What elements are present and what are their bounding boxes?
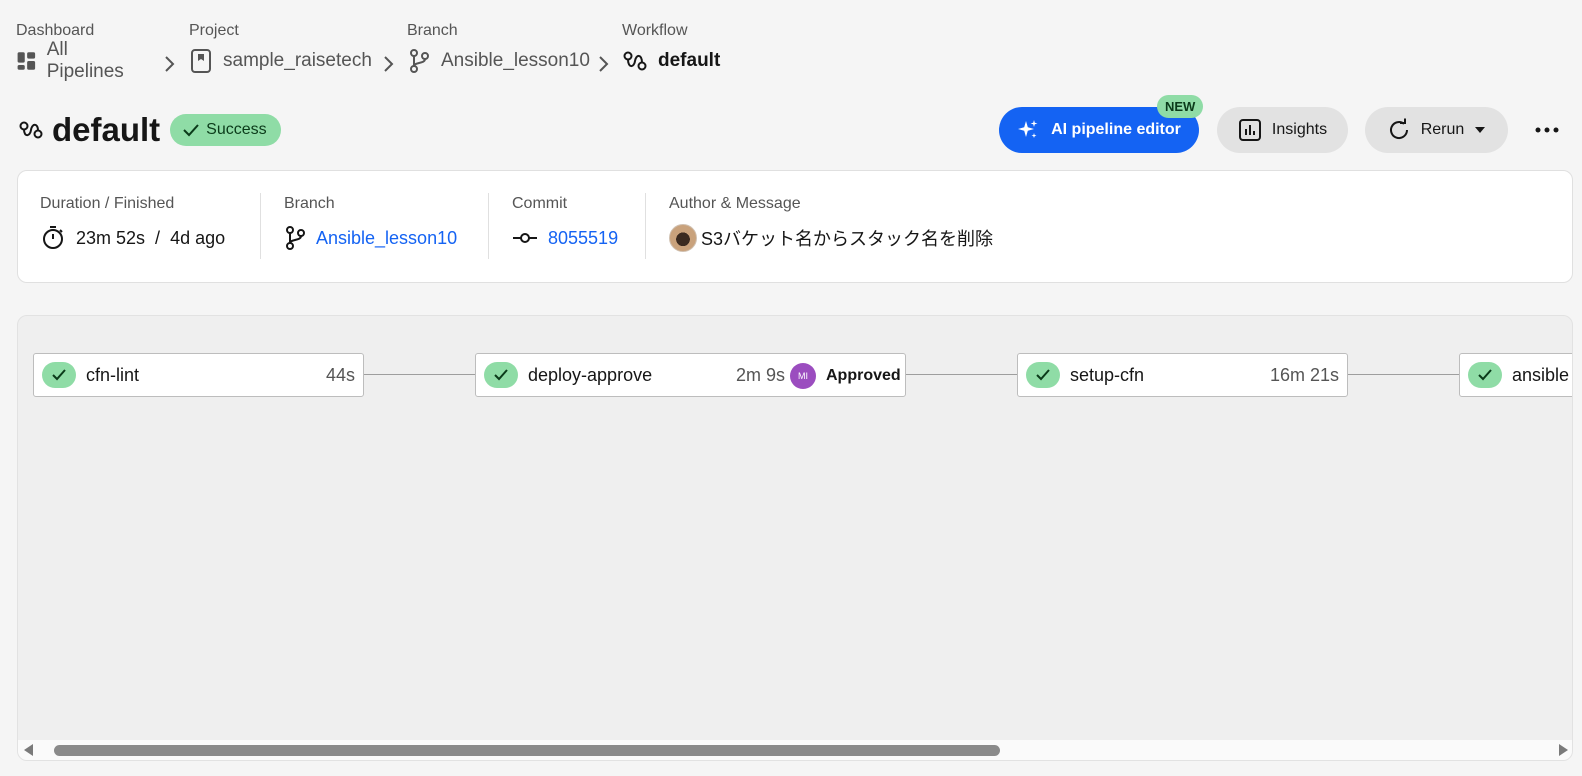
job-name: ansible <box>1512 364 1570 385</box>
horizontal-scrollbar[interactable] <box>18 740 1572 760</box>
commit-label: Commit <box>512 195 568 212</box>
insights-label: Insights <box>1271 121 1328 138</box>
job-card-ansible[interactable]: ansible <box>1459 353 1572 397</box>
branch-link[interactable]: Ansible_lesson10 <box>316 228 457 249</box>
chevron-right-icon <box>384 56 394 72</box>
job-card-deploy-approve[interactable]: deploy-approve 2m 9s MI Approved <box>475 353 906 397</box>
approver-avatar: MI <box>790 363 816 389</box>
scroll-right-arrow-icon[interactable] <box>1559 744 1568 756</box>
author-section: Author & Message S3バケット名からスタック名を削除 <box>669 193 994 252</box>
chevron-right-icon <box>599 56 609 72</box>
branch-label: Branch <box>284 195 335 212</box>
success-check-icon <box>484 362 518 388</box>
breadcrumb-workflow: Workflow default <box>622 20 720 76</box>
workflow-icon <box>18 117 44 143</box>
job-connector <box>1346 374 1459 375</box>
timer-icon <box>43 226 63 249</box>
breadcrumb-project-link[interactable]: sample_raisetech <box>223 50 372 72</box>
more-horizontal-icon <box>1535 127 1559 133</box>
breadcrumb-project-label: Project <box>189 22 239 39</box>
author-label: Author & Message <box>669 195 801 212</box>
job-connector <box>904 374 1017 375</box>
breadcrumb-project[interactable]: Project sample_raisetech <box>189 20 372 76</box>
more-options-button[interactable] <box>1527 115 1567 145</box>
workflow-icon <box>623 51 647 71</box>
success-check-icon <box>1468 362 1502 388</box>
new-badge: NEW <box>1157 95 1204 118</box>
rerun-label: Rerun <box>1420 121 1465 138</box>
page-header: default Success <box>18 107 281 153</box>
job-duration: 2m 9s <box>736 364 786 385</box>
status-badge-label: Success <box>206 121 267 138</box>
pipeline-graph: cfn-lint 44s deploy-approve 2m 9s MI App… <box>17 315 1573 761</box>
commit-icon <box>513 233 537 243</box>
job-name: cfn-lint <box>86 364 140 385</box>
header-actions: AI pipeline editor NEW Insights Rerun <box>982 95 1582 153</box>
commit-message: S3バケット名からスタック名を削除 <box>701 229 994 249</box>
check-icon <box>183 124 199 137</box>
breadcrumb-workflow-current: default <box>658 50 721 71</box>
pipeline-info-card: Duration / Finished 23m 52s / 4d ago Bra… <box>17 170 1573 283</box>
insights-button[interactable]: Insights <box>1217 107 1348 153</box>
dashboard-grid-icon <box>17 52 36 70</box>
divider <box>260 193 261 259</box>
job-name: setup-cfn <box>1070 364 1145 385</box>
rerun-button[interactable]: Rerun <box>1365 107 1508 153</box>
commit-section: Commit 8055519 <box>512 193 618 251</box>
breadcrumb-workflow-label: Workflow <box>622 22 688 39</box>
breadcrumb-dashboard-link[interactable]: All Pipelines <box>47 39 129 83</box>
ai-pipeline-editor-label: AI pipeline editor <box>1051 121 1181 138</box>
caret-down-icon[interactable] <box>1474 126 1486 134</box>
breadcrumb-dashboard[interactable]: Dashboard All Pipelines <box>16 20 129 82</box>
job-connector <box>362 374 475 375</box>
job-duration: 16m 21s <box>1269 364 1339 385</box>
branch-icon <box>410 49 429 73</box>
scroll-left-arrow-icon[interactable] <box>24 744 33 756</box>
approval-label: Approved <box>826 367 901 384</box>
status-badge: Success <box>170 114 281 146</box>
breadcrumb-branch-label: Branch <box>407 22 458 39</box>
bar-chart-icon <box>1238 119 1261 141</box>
author-avatar[interactable] <box>669 224 697 252</box>
divider <box>645 193 646 259</box>
job-duration: 44s <box>325 364 355 385</box>
refresh-icon <box>1389 118 1408 139</box>
duration-section: Duration / Finished 23m 52s / 4d ago <box>40 193 225 251</box>
job-name: deploy-approve <box>528 364 653 385</box>
page-title: default <box>52 111 161 148</box>
commit-link[interactable]: 8055519 <box>548 228 618 249</box>
breadcrumb-branch[interactable]: Branch Ansible_lesson10 <box>407 20 590 76</box>
divider <box>488 193 489 259</box>
branch-section: Branch Ansible_lesson10 <box>284 193 457 251</box>
project-bookmark-icon <box>191 49 211 73</box>
success-check-icon <box>42 362 76 388</box>
duration-value: 23m 52s <box>76 227 146 248</box>
duration-label: Duration / Finished <box>40 195 175 212</box>
job-card-cfn-lint[interactable]: cfn-lint 44s <box>33 353 364 397</box>
finished-value: 4d ago <box>170 227 226 248</box>
sparkle-icon <box>1018 120 1038 138</box>
scrollbar-thumb[interactable] <box>54 745 1000 756</box>
job-card-setup-cfn[interactable]: setup-cfn 16m 21s <box>1017 353 1348 397</box>
chevron-right-icon <box>165 56 175 72</box>
success-check-icon <box>1026 362 1060 388</box>
breadcrumb-branch-link[interactable]: Ansible_lesson10 <box>441 50 590 72</box>
branch-icon <box>286 226 305 250</box>
duration-separator: / <box>155 227 161 248</box>
approval-status: MI Approved <box>790 354 901 398</box>
